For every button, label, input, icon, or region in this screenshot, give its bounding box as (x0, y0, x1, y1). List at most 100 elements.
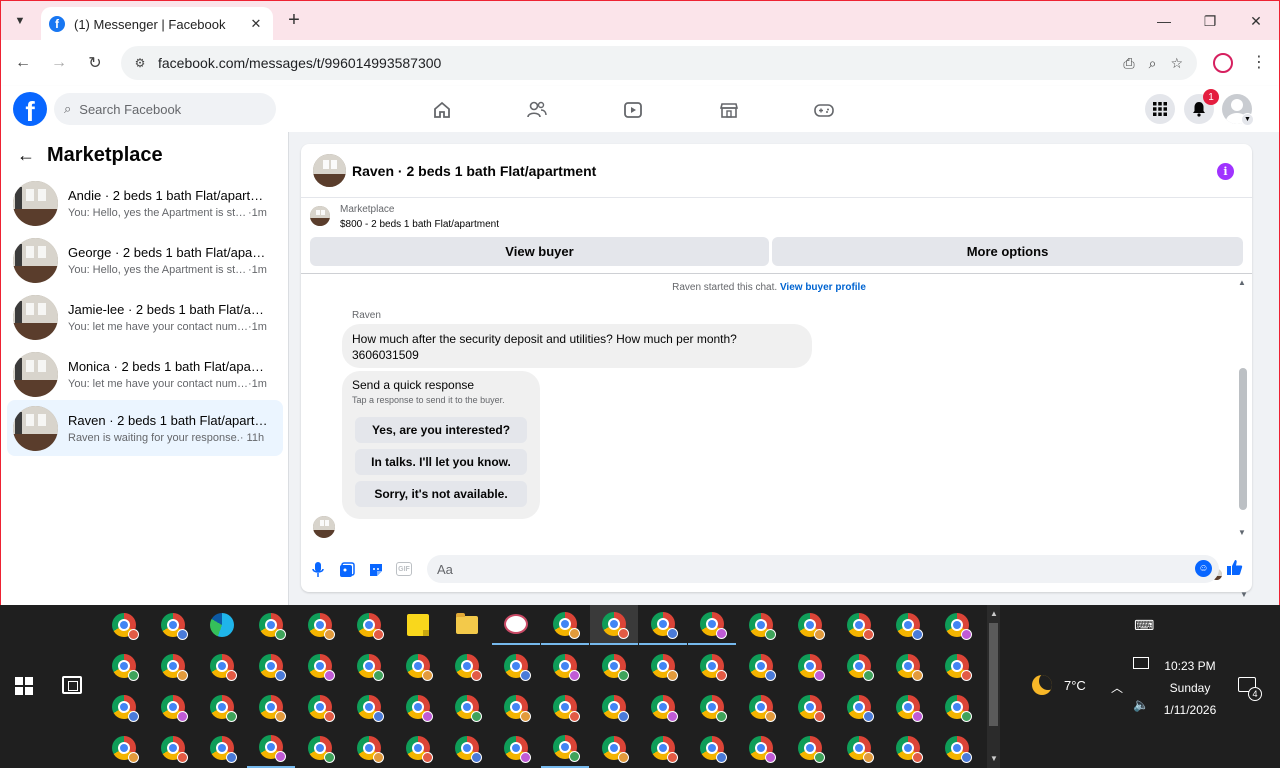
taskbar-chrome-icon[interactable] (198, 646, 246, 686)
tab-close-icon[interactable]: ✕ (247, 16, 265, 32)
taskbar-chrome-icon[interactable] (541, 646, 589, 686)
emoji-icon[interactable]: ☺ (1195, 560, 1212, 577)
network-icon[interactable] (1133, 657, 1149, 669)
close-window-button[interactable]: ✕ (1233, 1, 1279, 41)
search-placeholder[interactable]: Search Facebook (79, 102, 181, 117)
gif-icon[interactable]: GIF (396, 562, 412, 576)
task-view-icon[interactable] (62, 676, 82, 694)
new-tab-button[interactable]: + (283, 9, 305, 31)
taskbar-scroll-down-icon[interactable]: ▼ (990, 754, 998, 763)
chrome-profile-icon[interactable] (1213, 53, 1233, 73)
taskbar-chrome-icon[interactable] (688, 728, 736, 768)
taskbar-chrome-icon[interactable] (933, 728, 981, 768)
photo-attach-icon[interactable] (337, 560, 357, 580)
taskbar-chrome-icon[interactable] (786, 728, 834, 768)
taskbar-chrome-icon[interactable] (639, 646, 687, 686)
taskbar-chrome-icon[interactable] (737, 687, 785, 727)
system-clock[interactable]: 10:23 PM Sunday 1/11/2026 (1150, 655, 1230, 721)
taskbar-file-explorer-icon[interactable] (443, 605, 491, 645)
taskbar-chrome-icon[interactable] (492, 687, 540, 727)
conversation-item[interactable]: George · 2 beds 1 bath Flat/apart... You… (7, 232, 283, 288)
taskbar-chrome-icon[interactable] (345, 728, 393, 768)
taskbar-chrome-icon[interactable] (884, 728, 932, 768)
windows-start-icon[interactable] (15, 677, 33, 695)
taskbar-sticky-notes-icon[interactable] (394, 605, 442, 645)
browser-tab[interactable]: f (1) Messenger | Facebook ✕ (41, 7, 273, 41)
taskbar-chrome-icon[interactable] (590, 728, 638, 768)
taskbar-scrollbar[interactable]: ▲ ▼ (987, 605, 1000, 768)
taskbar-chrome-icon[interactable] (737, 728, 785, 768)
taskbar-chrome-icon[interactable] (394, 646, 442, 686)
quick-response-not-available[interactable]: Sorry, it's not available. (355, 481, 527, 507)
taskbar-chrome-icon[interactable] (541, 728, 589, 768)
taskbar-chrome-icon[interactable] (443, 728, 491, 768)
taskbar-chrome-icon[interactable] (100, 687, 148, 727)
marketplace-icon[interactable] (717, 98, 741, 122)
zoom-icon[interactable]: ⌕ (1149, 55, 1157, 72)
taskbar-chrome-icon[interactable] (198, 728, 246, 768)
gaming-icon[interactable] (812, 98, 836, 122)
taskbar-chrome-icon[interactable] (639, 605, 687, 645)
conversation-item[interactable]: Jamie-lee · 2 beds 1 bath Flat/apar... Y… (7, 289, 283, 345)
page-scroll-down-icon[interactable]: ▼ (1240, 590, 1248, 599)
scroll-thumb[interactable] (1239, 368, 1247, 510)
taskbar-chrome-icon[interactable] (443, 646, 491, 686)
taskbar-chrome-icon[interactable] (590, 646, 638, 686)
view-buyer-profile-link[interactable]: View buyer profile (780, 282, 866, 293)
tab-search-button[interactable]: ▼ (9, 10, 31, 32)
taskbar-chrome-icon[interactable] (786, 687, 834, 727)
chrome-menu-icon[interactable]: ⋮ (1251, 52, 1267, 72)
home-icon[interactable] (430, 98, 454, 122)
taskbar-chrome-icon[interactable] (835, 728, 883, 768)
taskbar-chrome-icon[interactable] (247, 687, 295, 727)
taskbar-chrome-icon[interactable] (786, 605, 834, 645)
chat-scrollbar[interactable]: ▲ ▼ (1238, 278, 1248, 540)
scroll-down-icon[interactable]: ▼ (1238, 528, 1246, 537)
quick-response-in-talks[interactable]: In talks. I'll let you know. (355, 449, 527, 475)
taskbar-chrome-icon[interactable] (541, 605, 589, 645)
quick-response-interested[interactable]: Yes, are you interested? (355, 417, 527, 443)
conversation-item[interactable]: Monica · 2 beds 1 bath Flat/apart... You… (7, 346, 283, 402)
taskbar-scroll-thumb[interactable] (989, 623, 998, 726)
taskbar-chrome-icon[interactable] (933, 646, 981, 686)
scroll-up-icon[interactable]: ▲ (1238, 278, 1246, 287)
message-input[interactable] (427, 555, 1219, 583)
taskbar-chrome-icon[interactable] (247, 728, 295, 768)
restore-button[interactable]: ❐ (1187, 1, 1233, 41)
sender-avatar[interactable] (313, 516, 335, 538)
taskbar-chrome-icon[interactable] (247, 605, 295, 645)
taskbar-chrome-icon[interactable] (492, 728, 540, 768)
thumbs-up-like-icon[interactable] (1226, 559, 1243, 581)
taskbar-edge-icon[interactable] (198, 605, 246, 645)
taskbar-chrome-icon[interactable] (100, 605, 148, 645)
friends-icon[interactable] (525, 98, 549, 122)
taskbar-chrome-icon[interactable] (296, 687, 344, 727)
back-icon[interactable]: ← (11, 51, 35, 75)
show-hidden-icons-chevron-icon[interactable]: ︿ (1111, 679, 1123, 696)
taskbar-chrome-icon[interactable] (835, 687, 883, 727)
taskbar-scroll-up-icon[interactable]: ▲ (990, 609, 998, 618)
taskbar-chrome-icon[interactable] (884, 605, 932, 645)
search-field[interactable]: ⌕ Search Facebook (54, 93, 276, 125)
taskbar-chrome-icon[interactable] (296, 728, 344, 768)
taskbar-chrome-icon[interactable] (296, 646, 344, 686)
taskbar-chrome-icon[interactable] (688, 605, 736, 645)
taskbar-chrome-icon[interactable] (345, 605, 393, 645)
sticker-icon[interactable] (366, 560, 386, 580)
conversation-item[interactable]: Andie · 2 beds 1 bath Flat/apartment You… (7, 175, 283, 231)
taskbar-chrome-icon[interactable] (737, 646, 785, 686)
taskbar-chrome-icon[interactable] (394, 728, 442, 768)
site-settings-icon[interactable]: ⚙ (131, 54, 149, 72)
taskbar-chrome-icon[interactable] (296, 605, 344, 645)
chevron-down-icon[interactable]: ▼ (1241, 113, 1254, 126)
meet-now-icon[interactable]: ⌨ (1134, 617, 1154, 634)
taskbar-chrome-icon[interactable] (541, 687, 589, 727)
taskbar-chrome-icon[interactable] (639, 728, 687, 768)
taskbar-chrome-icon[interactable] (590, 605, 638, 645)
back-arrow-icon[interactable]: ← (17, 145, 35, 166)
chat-title[interactable]: Raven · 2 beds 1 bath Flat/apartment (352, 163, 596, 179)
taskbar-chrome-icon[interactable] (247, 646, 295, 686)
taskbar-chrome-icon[interactable] (149, 605, 197, 645)
taskbar-chrome-icon[interactable] (639, 687, 687, 727)
taskbar-chrome-icon[interactable] (149, 687, 197, 727)
